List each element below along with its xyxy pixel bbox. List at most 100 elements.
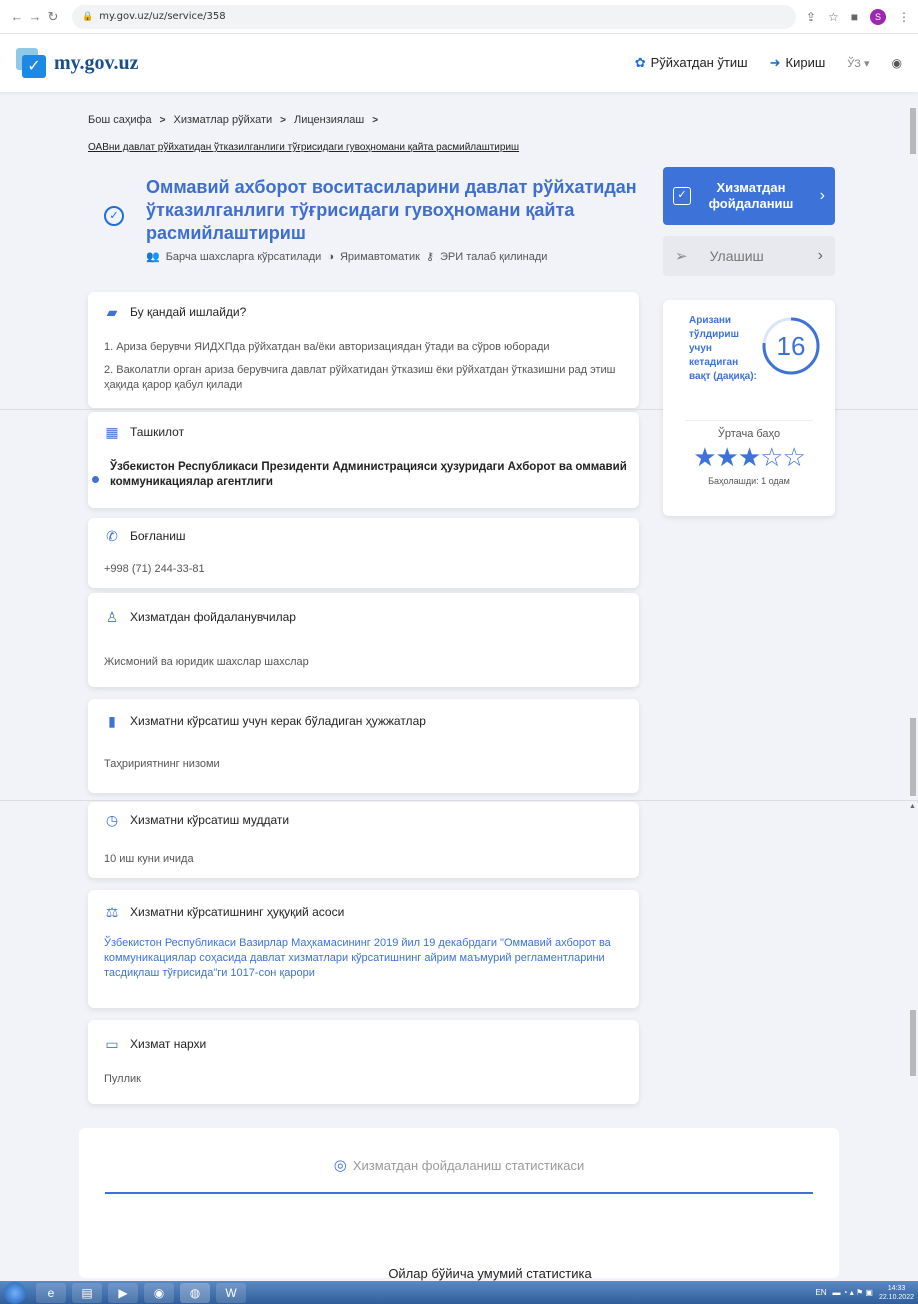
breadcrumb-licensing[interactable]: Лицензиялаш [294,114,364,126]
required-documents-card: ▮ Хизматни кўрсатиш учун керак бўладиган… [88,699,639,793]
use-service-button[interactable]: ✓ Хизматдан фойдаланиш › [663,167,835,225]
term-value: 10 иш куни ичида [104,853,194,865]
taskbar: e ▤ ▶ ◉ ◍ W EN ▬ ◔ ▴ ⚑ ▣ 14:33 22.10.202… [0,1281,918,1304]
contact-title: Боғланиш [130,529,186,543]
credit-card-icon: ▭ [105,1036,119,1052]
browser-toolbar: ← → ↻ 🔒 my.gov.uz/uz/service/358 ⇪ ☆ ■ S… [0,0,918,34]
clock[interactable]: 14:33 22.10.2022 [879,1284,914,1302]
breadcrumb-home[interactable]: Бош саҳифа [88,114,152,126]
share-button[interactable]: ➢ Улашиш › [663,236,835,276]
chevron-right-icon: > [159,114,166,126]
stats-title: Хизматдан фойдаланиш статистикаси [352,1158,585,1173]
org-name: Ўзбекистон Республикаси Президенти Админ… [110,461,627,488]
contact-phone[interactable]: +998 (71) 244-33-81 [104,562,205,577]
users-title: Хизматдан фойдаланувчилар [130,610,296,624]
time-rating-card: Аризани тўлдириш учун кетадиган вақт (да… [663,300,835,516]
share-page-icon[interactable]: ⇪ [806,10,816,24]
chevron-right-icon: › [819,187,825,204]
logo-text[interactable]: my.gov.uz [54,52,138,75]
start-button[interactable] [4,1281,26,1304]
star-filled-icon[interactable]: ★ [738,442,761,472]
app-icon[interactable]: ◉ [144,1282,174,1303]
breadcrumb-services[interactable]: Хизматлар рўйхати [174,114,273,126]
reload-icon[interactable]: ↻ [44,9,62,25]
lock-icon: 🔒 [82,11,94,22]
docs-value: Таҳририятнинг низоми [104,758,220,770]
fill-time-value: 16 [776,331,806,361]
clock-icon: ◷ [105,812,119,828]
divider [685,420,813,421]
raters-count: Баҳолашди: 1 одам [708,476,790,486]
rating-stars[interactable]: ★★★☆☆ [663,442,835,473]
price-title: Хизмат нархи [130,1037,207,1051]
tray-language[interactable]: EN [815,1288,826,1297]
gear-icon: ✿ [634,55,646,70]
star-empty-icon[interactable]: ☆ [760,442,783,472]
breadcrumb: Бош саҳифа > Хизматлар рўйхати > Лицензи… [88,114,378,126]
how-step-2: 2. Ваколатли орган ариза берувчига давла… [104,364,616,391]
key-icon: ⚷ [425,251,435,263]
login-link[interactable]: ➜ Кириш [770,55,826,71]
scrollbar-thumb[interactable] [910,108,916,154]
stats-title-row: ◎ Хизматдан фойдаланиш статистикаси [79,1156,839,1174]
url-text: my.gov.uz/uz/service/358 [99,11,226,22]
system-tray: EN ▬ ◔ ▴ ⚑ ▣ 14:33 22.10.2022 [815,1284,914,1302]
media-icon[interactable]: ▶ [108,1282,138,1303]
eye-icon[interactable]: ◉ [892,56,902,70]
forward-icon[interactable]: → [26,9,44,24]
usage-statistics-section: ◎ Хизматдан фойдаланиш статистикаси Ойлар… [79,1128,839,1281]
chrome-icon[interactable]: ◍ [180,1282,210,1303]
profile-avatar[interactable]: S [870,8,886,25]
legal-title: Хизматни кўрсатишнинг ҳуқуқий асоси [130,905,345,919]
window-icon[interactable]: ■ [851,10,858,24]
paper-plane-icon: ➢ [675,248,688,265]
menu-dots-icon[interactable]: ⋮ [898,10,910,24]
stats-subtitle: Ойлар бўйича умумий статистика [388,1266,592,1281]
scroll-up-icon[interactable]: ▲ [909,803,916,810]
how-title: Бу қандай ишлайди? [130,305,247,319]
docs-title: Хизматни кўрсатиш учун керак бўладиган ҳ… [130,714,426,728]
globe-icon: ◎ [333,1157,347,1174]
term-title: Хизматни кўрсатиш муддати [130,813,290,827]
address-bar[interactable]: 🔒 my.gov.uz/uz/service/358 [72,4,796,29]
legal-link[interactable]: Ўзбекистон Республикаси Вазирлар Маҳкама… [104,936,634,981]
breadcrumb-current[interactable]: ОАВни давлат рўйхатидан ўтказилганлиги т… [88,142,519,153]
users-value: Жисмоний ва юридик шахслар шахслар [104,656,309,668]
star-empty-icon[interactable]: ☆ [782,442,805,472]
divider [0,800,918,801]
service-term-card: ◷ Хизматни кўрсатиш муддати 10 иш куни и… [88,802,639,878]
checkbox-icon: ✓ [673,187,691,205]
average-rating-label: Ўртача баҳо [717,428,781,440]
building-icon: ▦ [105,424,119,440]
fill-time-label: Аризани тўлдириш учун кетадиган вақт (да… [689,315,757,382]
chat-icon: ▰ [106,304,118,320]
meta-mode: Яримавтоматик [339,250,420,263]
people-icon: 👥 [146,251,160,263]
language-selector[interactable]: ЎЗ ▾ [847,57,869,70]
how-step-1: 1. Ариза берувчи ЯИДХПда рўйхатдан ва/ёк… [104,341,550,353]
back-icon[interactable]: ← [8,9,26,24]
verified-badge-icon: ✓ [104,206,124,226]
legal-basis-card: ⚖ Хизматни кўрсатишнинг ҳуқуқий асоси Ўз… [88,890,639,1008]
chevron-right-icon: > [280,114,287,126]
register-link[interactable]: ✿ Рўйхатдан ўтиш [635,55,748,71]
ie-icon[interactable]: e [36,1282,66,1303]
organization-card: ▦ Ташкилот Ўзбекистон Республикаси Прези… [88,412,639,508]
how-it-works-card: ▰ Бу қандай ишлайди? 1. Ариза берувчи ЯИ… [88,292,639,408]
service-users-card: ♙ Хизматдан фойдаланувчилар Жисмоний ва … [88,593,639,687]
logo-icon[interactable]: ✓ [16,48,46,78]
folder-icon[interactable]: ▤ [72,1282,102,1303]
scales-icon: ⚖ [105,904,119,920]
scrollbar-thumb[interactable] [910,1010,916,1076]
bullet-dot [92,476,99,483]
bookmark-star-icon[interactable]: ☆ [828,10,839,24]
service-price-card: ▭ Хизмат нархи Пуллик [88,1020,639,1104]
site-header: ✓ my.gov.uz ✿ Рўйхатдан ўтиш ➜ Кириш ЎЗ ▾ … [0,34,918,92]
star-filled-icon[interactable]: ★ [716,442,739,472]
scrollbar-thumb[interactable] [910,718,916,796]
meta-eri: ЭРИ талаб қилинади [440,250,548,263]
tray-icons[interactable]: ▬ ◔ ▴ ⚑ ▣ [832,1288,872,1297]
login-icon: ➜ [769,55,781,70]
star-filled-icon[interactable]: ★ [693,442,716,472]
word-icon[interactable]: W [216,1282,246,1303]
